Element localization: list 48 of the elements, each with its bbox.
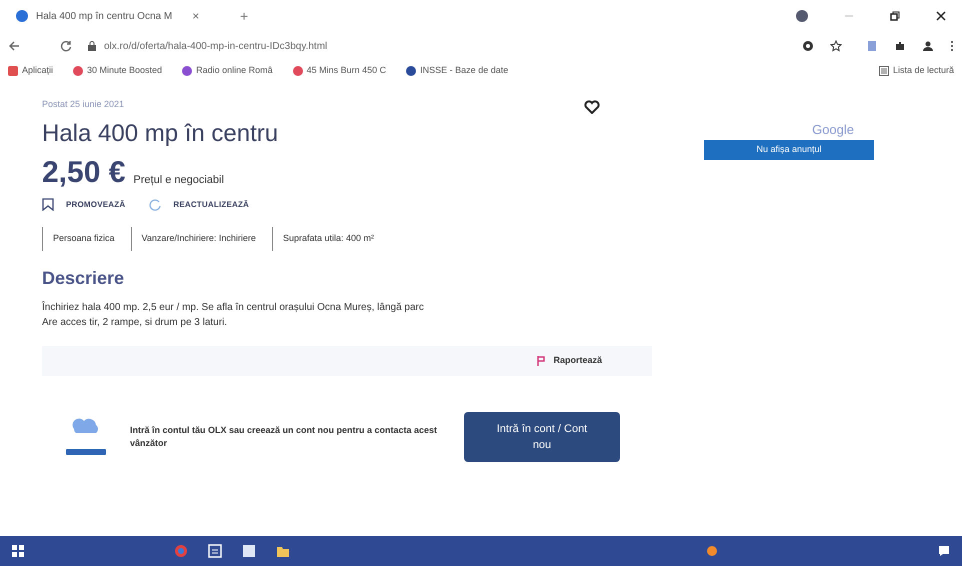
reading-list-link[interactable]: Lista de lectură	[892, 64, 954, 78]
attribute-tag: Suprafata utila: 400 m²	[272, 227, 384, 250]
tab-title[interactable]: Hala 400 mp în centru Ocna M	[36, 8, 172, 24]
description-line: Închiriez hala 400 mp. 2,5 eur / mp. Se afla în centrul orașului Ocna Mureș, lângă parc	[42, 300, 424, 314]
folder-icon[interactable]	[276, 544, 290, 558]
address-bar[interactable]: olx.ro/d/oferta/hala-400-mp-in-centru-IDc3bqy.html	[104, 38, 328, 54]
windows-start-icon[interactable]	[12, 545, 24, 557]
negotiable-note: Prețul e negociabil	[133, 172, 224, 188]
attribute-tag: Persoana fizica	[42, 227, 125, 250]
close-tab-button[interactable]: ×	[192, 7, 200, 25]
back-icon[interactable]	[8, 40, 20, 52]
report-link[interactable]: Raportează	[553, 354, 602, 368]
refresh-icon	[149, 198, 162, 210]
document-icon[interactable]	[242, 544, 256, 558]
section-heading: Descriere	[42, 266, 124, 290]
new-tab-button[interactable]: +	[240, 6, 248, 26]
flag-icon	[537, 356, 546, 366]
posted-date: Postat 25 iunie 2021	[42, 98, 124, 111]
menu-icon[interactable]	[950, 40, 954, 52]
list-icon	[878, 66, 889, 76]
reload-icon[interactable]	[60, 40, 72, 52]
heart-icon[interactable]	[584, 100, 600, 114]
bookmark-link[interactable]: Aplicații	[22, 64, 54, 78]
hide-ad-button[interactable]: Nu afișa anunțul	[704, 140, 874, 160]
bookmark-link[interactable]: 30 Minute Boosted	[87, 64, 162, 78]
login-button[interactable]: Intră în cont / Cont nou	[464, 412, 620, 462]
action-link[interactable]: REACTUALIZEAZĂ	[173, 198, 250, 210]
close-icon[interactable]	[936, 11, 946, 21]
ad-brand: Google	[812, 121, 854, 139]
bookmark-outline-icon	[42, 198, 54, 211]
lock-icon	[88, 41, 96, 51]
profile-icon[interactable]	[796, 10, 808, 22]
user-icon[interactable]	[922, 40, 934, 52]
bookmark-link[interactable]: 45 Mins Burn 450 C	[306, 64, 386, 78]
site-favicon-icon	[16, 10, 28, 22]
restore-icon[interactable]	[890, 11, 900, 21]
listing-title: Hala 400 mp în centru	[42, 119, 278, 149]
description-line: Are acces tir, 2 rampe, si drum pe 3 laturi.	[42, 316, 228, 330]
price: 2,50 €	[42, 158, 126, 188]
login-prompt-text: Intră în contul tău OLX sau creează un cont nou pentru a contacta acest vânzător	[130, 424, 438, 450]
bookmark-link[interactable]: INSSE - Baze de date	[420, 64, 508, 78]
attribute-tag: Vanzare/Inchiriere: Inchiriere	[130, 227, 266, 250]
notification-icon[interactable]	[938, 545, 950, 557]
star-icon[interactable]	[830, 40, 842, 52]
bookmark-link[interactable]: Radio online Româ	[196, 64, 273, 78]
action-link[interactable]: PROMOVEAZĂ	[66, 198, 126, 210]
calendar-icon[interactable]	[208, 544, 222, 558]
weather-icon	[706, 545, 718, 557]
